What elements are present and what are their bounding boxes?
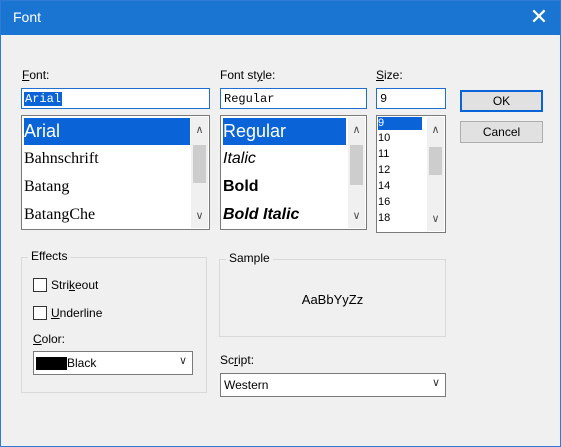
size-item[interactable]: 10 xyxy=(378,132,390,145)
scroll-thumb[interactable] xyxy=(193,145,206,183)
chevron-down-icon[interactable]: ∨ xyxy=(191,209,208,222)
title-bar[interactable]: Font ✕ xyxy=(1,1,560,35)
font-label: Font: xyxy=(22,68,50,82)
script-dropdown[interactable]: Western ∨ xyxy=(220,373,446,397)
scroll-thumb[interactable] xyxy=(350,145,363,185)
cancel-button[interactable]: Cancel xyxy=(460,121,543,143)
style-item-bold[interactable]: Bold xyxy=(223,173,259,200)
size-input[interactable]: 9 xyxy=(376,88,446,109)
font-dialog: Font ✕ Font: Arial Arial Bahnschrift Bat… xyxy=(0,0,561,447)
window-title: Font xyxy=(13,9,42,25)
font-style-input[interactable]: Regular xyxy=(220,88,367,109)
font-list-scrollbar[interactable]: ∧ ∨ xyxy=(191,117,208,228)
font-style-label: Font style: xyxy=(220,68,276,82)
size-item[interactable]: 11 xyxy=(378,148,389,161)
underline-label[interactable]: Underline xyxy=(51,306,102,320)
size-item[interactable]: 18 xyxy=(378,212,390,225)
font-list-item-arial[interactable]: Arial xyxy=(24,118,190,145)
font-style-list[interactable]: Regular Italic Bold Bold Italic ∧ ∨ xyxy=(220,115,367,230)
chevron-down-icon[interactable]: ∨ xyxy=(348,209,365,222)
sample-group-label: Sample xyxy=(226,251,273,265)
style-item-regular[interactable]: Regular xyxy=(223,118,346,145)
size-item[interactable]: 9 xyxy=(378,117,422,130)
chevron-down-icon[interactable]: ∨ xyxy=(427,212,444,225)
size-item[interactable]: 12 xyxy=(378,164,390,177)
chevron-up-icon[interactable]: ∧ xyxy=(427,123,444,136)
chevron-up-icon[interactable]: ∧ xyxy=(191,123,208,136)
style-item-italic[interactable]: Italic xyxy=(223,145,256,172)
close-icon[interactable]: ✕ xyxy=(522,1,556,35)
ok-button[interactable]: OK xyxy=(460,90,543,112)
script-label: Script: xyxy=(220,353,255,367)
color-swatch xyxy=(36,357,67,370)
color-dropdown[interactable]: Black ∨ xyxy=(33,351,193,375)
sample-text: AaBbYyZz xyxy=(301,292,364,307)
size-label: Size: xyxy=(376,68,403,82)
size-list-scrollbar[interactable]: ∧ ∨ xyxy=(427,117,444,231)
chevron-up-icon[interactable]: ∧ xyxy=(348,123,365,136)
underline-checkbox[interactable] xyxy=(33,306,47,320)
strikeout-checkbox[interactable] xyxy=(33,278,47,292)
size-item[interactable]: 16 xyxy=(378,196,390,209)
font-name-list[interactable]: Arial Bahnschrift Batang BatangChe ∧ ∨ xyxy=(21,115,210,230)
font-name-input[interactable]: Arial xyxy=(21,88,210,109)
chevron-down-icon[interactable]: ∨ xyxy=(179,354,187,367)
font-list-item-bahnschrift[interactable]: Bahnschrift xyxy=(24,145,99,172)
style-item-bold-italic[interactable]: Bold Italic xyxy=(223,201,299,228)
font-list-item-batangche[interactable]: BatangChe xyxy=(24,201,95,228)
chevron-down-icon[interactable]: ∨ xyxy=(432,376,440,389)
effects-group-label: Effects xyxy=(28,249,71,263)
strikeout-label[interactable]: Strikeout xyxy=(51,278,98,292)
size-item[interactable]: 14 xyxy=(378,180,390,193)
font-list-item-batang[interactable]: Batang xyxy=(24,173,69,200)
style-list-scrollbar[interactable]: ∧ ∨ xyxy=(348,117,365,228)
scroll-thumb[interactable] xyxy=(429,147,442,175)
size-list[interactable]: 9 10 11 12 14 16 18 ∧ ∨ xyxy=(376,115,446,233)
color-label: Color: xyxy=(33,332,66,346)
